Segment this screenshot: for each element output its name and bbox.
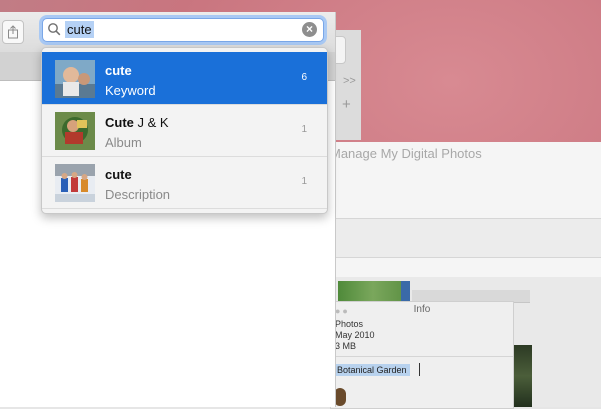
share-icon (8, 25, 18, 39)
suggestion-count: 1 (301, 176, 307, 187)
location-field[interactable]: Botanical Garden (334, 364, 410, 376)
search-icon (48, 23, 61, 36)
suggestion-item-keyword[interactable]: cute Keyword 6 (42, 52, 327, 104)
suggestion-count: 6 (301, 72, 307, 83)
text-caret (419, 363, 420, 376)
tabs-overflow-icon[interactable]: >> (343, 75, 356, 87)
suggestion-thumbnail (55, 60, 95, 98)
clear-search-button[interactable]: × (302, 22, 317, 37)
info-panel: ●● Info Photos May 2010 3 MB Botanical G… (330, 301, 514, 409)
suggestion-title: cute (105, 63, 132, 78)
suggestion-title: cute (105, 167, 132, 182)
search-input[interactable]: cute (65, 21, 94, 38)
photo-thumbnail[interactable] (512, 345, 532, 407)
photo-thumbnail[interactable] (338, 281, 408, 303)
suggestion-count: 1 (301, 124, 307, 135)
photo-thumbnail-edge (401, 281, 410, 303)
suggestion-title: Cute J & K (105, 115, 169, 130)
suggestion-type: Description (105, 187, 171, 202)
suggestion-type: Keyword (105, 83, 156, 98)
article-toolbar (300, 218, 601, 258)
info-size: 3 MB (335, 341, 357, 351)
divider (42, 208, 327, 209)
suggestion-thumbnail (55, 164, 95, 202)
background-article-window: Manage My Digital Photos (300, 142, 601, 277)
search-suggestions-dropdown: cute Keyword 6 Cute J & K Album 1 cute D… (41, 47, 328, 214)
info-source: Photos (335, 319, 364, 329)
new-tab-icon[interactable]: + (342, 96, 351, 113)
share-button[interactable] (2, 20, 24, 44)
info-date: May 2010 (335, 330, 375, 340)
info-panel-title: Info (413, 304, 431, 315)
divider (331, 356, 513, 357)
suggestion-type: Album (105, 135, 142, 150)
suggestion-thumbnail (55, 112, 95, 150)
close-icon: × (305, 22, 313, 36)
search-field[interactable]: cute × (42, 18, 324, 42)
suggestion-item-album[interactable]: Cute J & K Album 1 (42, 104, 327, 156)
suggestion-item-description[interactable]: cute Description 1 (42, 156, 327, 208)
article-heading: Manage My Digital Photos (330, 146, 482, 161)
